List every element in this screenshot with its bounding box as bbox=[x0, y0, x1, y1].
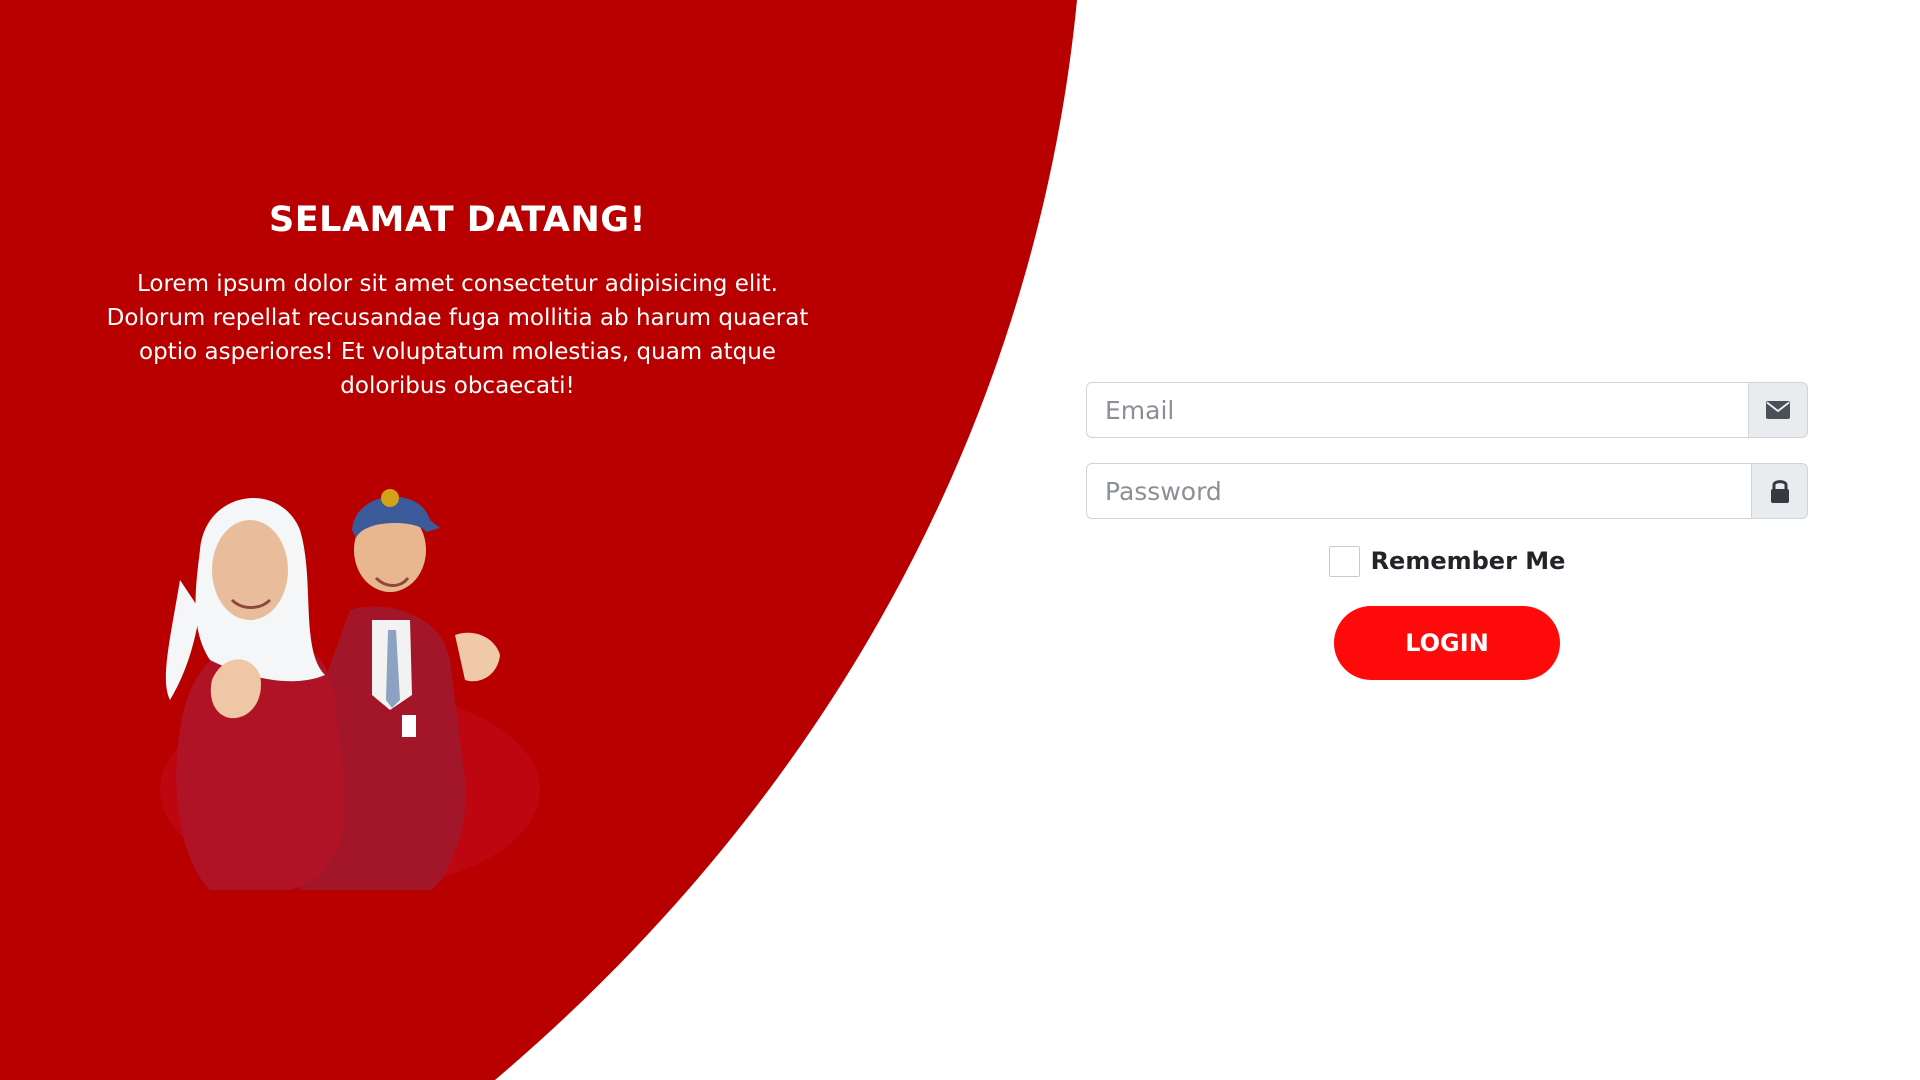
email-addon bbox=[1748, 382, 1808, 438]
email-group bbox=[1086, 382, 1808, 438]
login-page: SELAMAT DATANG! Lorem ipsum dolor sit am… bbox=[0, 0, 1920, 1080]
welcome-section: SELAMAT DATANG! Lorem ipsum dolor sit am… bbox=[100, 200, 815, 403]
students-photo bbox=[160, 489, 540, 890]
envelope-icon bbox=[1766, 401, 1790, 419]
remember-me-label[interactable]: Remember Me bbox=[1371, 547, 1566, 575]
login-form: Remember Me LOGIN bbox=[1086, 382, 1808, 680]
email-input[interactable] bbox=[1086, 382, 1748, 438]
password-group bbox=[1086, 463, 1808, 519]
welcome-title: SELAMAT DATANG! bbox=[269, 200, 646, 240]
password-input[interactable] bbox=[1086, 463, 1751, 519]
welcome-description: Lorem ipsum dolor sit amet consectetur a… bbox=[106, 271, 809, 399]
password-addon bbox=[1751, 463, 1808, 519]
remember-me-checkbox[interactable] bbox=[1328, 545, 1360, 577]
login-button[interactable]: LOGIN bbox=[1334, 606, 1560, 680]
lock-icon bbox=[1770, 480, 1789, 503]
remember-me-row: Remember Me bbox=[1086, 544, 1808, 578]
